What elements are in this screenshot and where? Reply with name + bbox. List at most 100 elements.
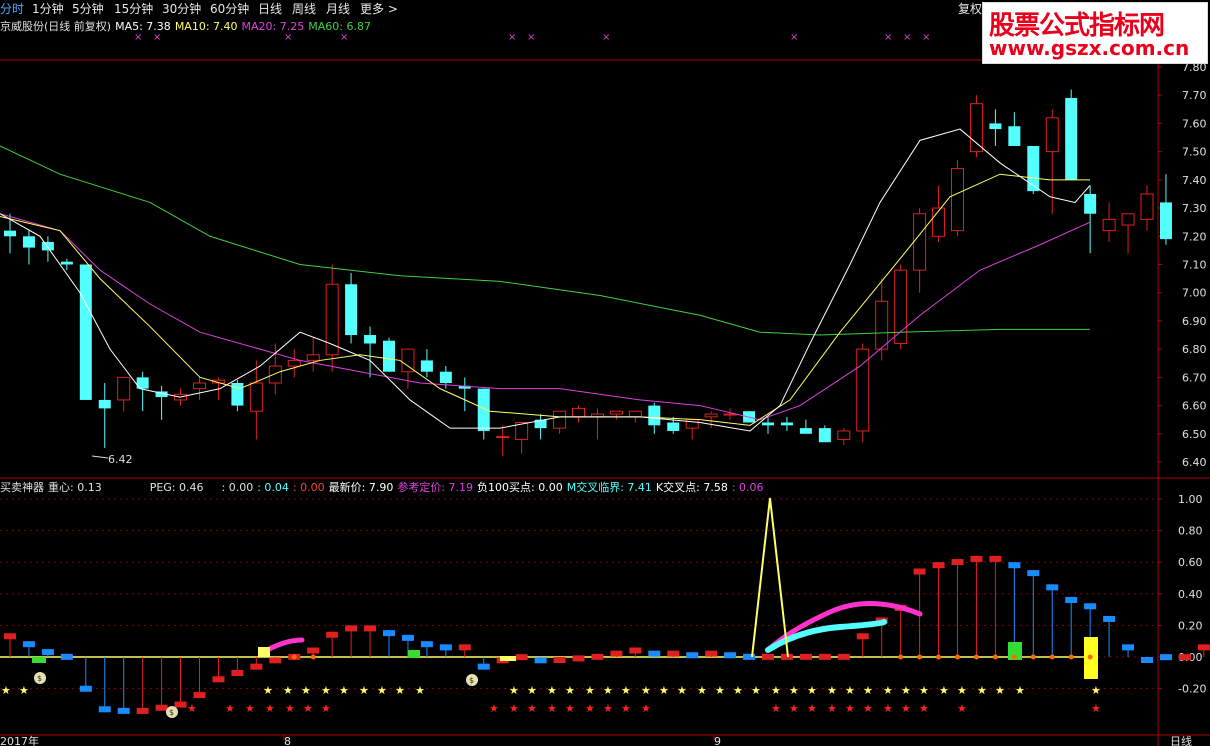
signal-x-marker: × [134, 32, 142, 43]
red-star: ★ [807, 702, 817, 715]
indicator-tick-label: 0.80 [1178, 525, 1203, 538]
candle-body [383, 340, 395, 372]
indicator-bar [326, 631, 339, 638]
indicator-bar [477, 663, 490, 670]
indicator-bar [799, 653, 812, 660]
candle-body [837, 430, 851, 440]
yellow-star: ★ [697, 684, 707, 697]
candle-body [117, 376, 131, 401]
indicator-bar [458, 644, 471, 651]
signal-x-marker: × [602, 32, 610, 43]
price-tick-label: 7.10 [1182, 259, 1207, 272]
indicator-tick-label: 0.40 [1178, 588, 1203, 601]
yellow-star: ★ [321, 684, 331, 697]
signal-x-marker: × [790, 32, 798, 43]
indicator-bar [705, 650, 718, 657]
signal-x-marker: × [884, 32, 892, 43]
red-star: ★ [621, 702, 631, 715]
red-star: ★ [187, 702, 197, 715]
indicator-bar [856, 633, 869, 640]
candle-body [628, 410, 642, 418]
candle-body [1045, 117, 1059, 153]
indicator-bar [420, 641, 433, 648]
indicator-bar [837, 653, 850, 660]
watermark-line2: www.gszx.com.cn [989, 36, 1190, 60]
ma10-line [0, 173, 1090, 426]
yellow-star: ★ [863, 684, 873, 697]
candle-body [249, 382, 263, 412]
candle-body [1159, 202, 1172, 240]
signal-dot [955, 654, 960, 660]
time-axis-label: 2017年 [0, 734, 39, 746]
kline-chart[interactable]: 7.807.707.607.507.407.307.207.107.006.90… [0, 0, 1210, 746]
price-tick-label: 6.40 [1182, 456, 1207, 469]
ma20-line [0, 213, 1091, 421]
price-tick-label: 7.50 [1182, 146, 1207, 159]
candle-body [989, 123, 1002, 130]
yellow-star: ★ [995, 684, 1005, 697]
candle-body [572, 407, 585, 418]
yellow-star: ★ [789, 684, 799, 697]
yellow-star: ★ [733, 684, 743, 697]
indicator-bar [553, 657, 566, 663]
indicator-bar [572, 655, 585, 662]
yellow-star: ★ [509, 684, 519, 697]
yellow-star: ★ [395, 684, 405, 697]
indicator-bar [212, 676, 225, 683]
indicator-bar [1027, 570, 1040, 577]
candle-body [4, 230, 16, 237]
indicator-bar [401, 634, 414, 641]
yellow-star: ★ [585, 684, 595, 697]
candle-body [401, 348, 415, 373]
signal-dot [1011, 654, 1017, 660]
red-star: ★ [957, 702, 967, 715]
candle-body [60, 261, 73, 265]
signal-dot [973, 654, 979, 660]
candle-body [1027, 146, 1040, 192]
signal-x-marker: × [903, 32, 911, 43]
indicator-bar [41, 649, 54, 656]
signal-dot [992, 654, 998, 660]
red-star: ★ [845, 702, 855, 715]
low-price-label: 6.42 [108, 453, 133, 466]
indicator-bar [534, 657, 547, 664]
candle-body [41, 241, 54, 251]
red-star: ★ [527, 702, 537, 715]
red-star: ★ [789, 702, 799, 715]
indicator-bar [610, 650, 623, 657]
price-tick-label: 6.80 [1182, 343, 1207, 356]
yellow-star: ★ [415, 684, 425, 697]
signal-dot [1030, 654, 1036, 660]
yellow-star: ★ [807, 684, 817, 697]
indicator-bar [269, 657, 282, 664]
candle-body [969, 103, 983, 153]
low-annotation-leader [91, 455, 109, 459]
indicator-bar [818, 653, 831, 660]
indicator-bar [591, 653, 604, 660]
yellow-star: ★ [1, 684, 11, 697]
indicator-bar [1141, 657, 1153, 663]
red-star: ★ [771, 702, 781, 715]
yellow-star: ★ [359, 684, 369, 697]
yellow-star: ★ [603, 684, 613, 697]
indicator-bar [932, 562, 945, 569]
yellow-star: ★ [957, 684, 967, 697]
indicator-bar [1103, 615, 1116, 622]
yellow-star: ★ [1015, 684, 1025, 697]
indicator-bar [1197, 644, 1210, 651]
yellow-star: ★ [677, 684, 687, 697]
red-star: ★ [509, 702, 519, 715]
red-star: ★ [565, 702, 575, 715]
indicator-tick-label: 0.20 [1178, 619, 1203, 632]
time-axis-label: 9 [714, 735, 721, 746]
candle-body [609, 410, 623, 415]
yellow-star: ★ [621, 684, 631, 697]
indicator-bar [1008, 562, 1021, 569]
indicator-bar [724, 652, 737, 659]
indicator-bar [1084, 603, 1097, 610]
yellow-star: ★ [1091, 684, 1101, 697]
price-tick-label: 7.00 [1182, 287, 1207, 300]
yellow-star: ★ [977, 684, 987, 697]
red-star: ★ [321, 702, 331, 715]
yellow-spike-line [751, 497, 789, 658]
